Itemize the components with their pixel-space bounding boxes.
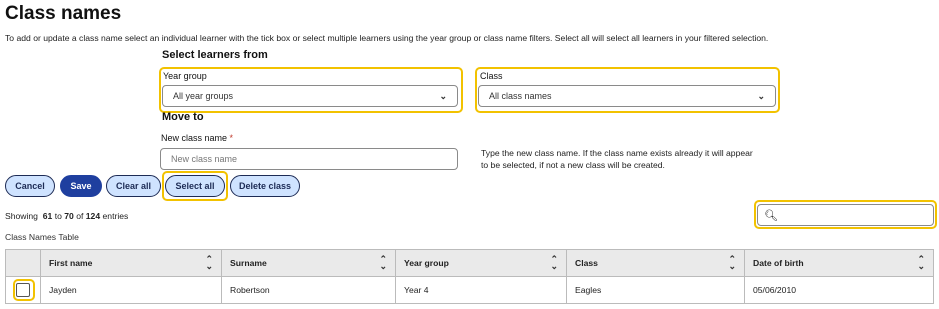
chevron-down-icon: ⌄ (757, 90, 765, 101)
sort-icon: ⌃ ⌄ (205, 254, 213, 271)
class-label: Class (480, 71, 503, 81)
table-header-row: First name ⌃ ⌄ Surname ⌃ ⌄ Year group ⌃ ⌄ C… (5, 250, 934, 277)
cancel-button[interactable]: Cancel (5, 175, 55, 197)
required-mark: * (229, 133, 234, 143)
clear-all-button[interactable]: Clear all (106, 175, 161, 197)
help-line-1: Type the new class name. If the class na… (481, 148, 753, 158)
showing-prefix: Showing (5, 211, 38, 221)
entries-info: Showing 61 to 70 of 124 entries (5, 211, 128, 221)
column-label: First name (49, 258, 93, 268)
column-label: Class (575, 258, 598, 268)
column-header-year-group[interactable]: Year group ⌃ ⌄ (395, 250, 566, 276)
new-class-help-text: Type the new class name. If the class na… (481, 147, 781, 171)
search-input[interactable]: 🔍︎ (757, 204, 934, 226)
showing-to-word: to (54, 211, 62, 221)
header-select-cell (5, 250, 40, 276)
new-class-name-input[interactable]: New class name (160, 148, 458, 170)
table-caption: Class Names Table (5, 232, 79, 242)
cell-class: Eagles (566, 277, 744, 303)
checkbox-highlight (13, 279, 35, 301)
search-icon: 🔍︎ (764, 210, 778, 222)
class-names-table: First name ⌃ ⌄ Surname ⌃ ⌄ Year group ⌃ ⌄ C… (5, 249, 934, 304)
showing-of-word: of (76, 211, 84, 221)
column-label: Year group (404, 258, 449, 268)
sort-icon: ⌃ ⌄ (379, 254, 387, 271)
row-select-cell (5, 277, 40, 303)
cell-surname: Robertson (221, 277, 395, 303)
cell-year-group: Year 4 (395, 277, 566, 303)
new-class-name-placeholder: New class name (171, 154, 238, 164)
delete-class-button[interactable]: Delete class (230, 175, 300, 197)
showing-suffix: entries (102, 211, 129, 221)
move-to-heading: Move to (162, 111, 204, 123)
select-all-button[interactable]: Select all (165, 175, 225, 197)
column-header-first-name[interactable]: First name ⌃ ⌄ (40, 250, 221, 276)
new-class-name-label: New class name * (161, 133, 233, 143)
table-row: Jayden Robertson Year 4 Eagles 05/06/201… (5, 277, 934, 304)
save-button[interactable]: Save (60, 175, 102, 197)
column-header-date-of-birth[interactable]: Date of birth ⌃ ⌄ (744, 250, 934, 276)
showing-to: 70 (64, 211, 74, 221)
chevron-down-icon: ⌄ (439, 90, 447, 101)
class-value: All class names (489, 91, 552, 101)
column-header-surname[interactable]: Surname ⌃ ⌄ (221, 250, 395, 276)
new-class-name-label-text: New class name (161, 133, 228, 143)
sort-icon: ⌃ ⌄ (917, 254, 925, 271)
column-label: Surname (230, 258, 267, 268)
sort-icon: ⌃ ⌄ (728, 254, 736, 271)
sort-icon: ⌃ ⌄ (550, 254, 558, 271)
class-select[interactable]: All class names ⌄ (478, 85, 776, 107)
cell-date-of-birth: 05/06/2010 (744, 277, 934, 303)
year-group-value: All year groups (173, 91, 234, 101)
column-label: Date of birth (753, 258, 804, 268)
cell-first-name: Jayden (40, 277, 221, 303)
showing-total: 124 (85, 211, 101, 221)
column-header-class[interactable]: Class ⌃ ⌄ (566, 250, 744, 276)
year-group-label: Year group (163, 71, 207, 81)
year-group-select[interactable]: All year groups ⌄ (162, 85, 458, 107)
showing-from: 61 (42, 211, 53, 221)
page-title: Class names (5, 3, 122, 24)
intro-text: To add or update a class name select an … (5, 33, 769, 43)
help-line-2: to be selected, if not a new class will … (481, 160, 665, 170)
select-learners-heading: Select learners from (162, 49, 268, 61)
